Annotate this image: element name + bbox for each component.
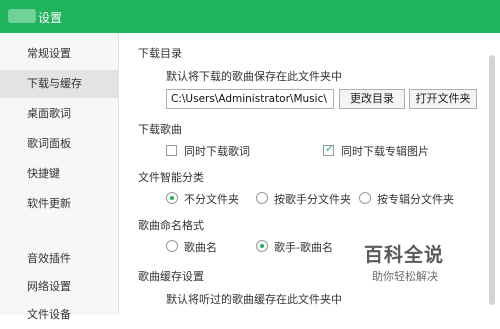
sidebar-item-hotkeys[interactable]: 快捷键 <box>0 160 118 188</box>
download-cover-label: 同时下载专辑图片 <box>341 145 429 158</box>
change-dir-button[interactable]: 更改目录 <box>339 89 405 109</box>
download-dir-desc: 默认将下载的歌曲保存在此文件夹中 <box>166 70 342 83</box>
sidebar-item-lyrics-panel[interactable]: 歌词面板 <box>0 130 118 158</box>
download-lyrics-label: 同时下载歌词 <box>184 145 250 158</box>
sidebar-item-download-cache[interactable]: 下载与缓存 <box>0 70 118 98</box>
watermark-main-text: 百科全说 <box>364 244 445 266</box>
artist-song-label: 歌手-歌曲名 <box>274 241 333 254</box>
naming-title: 歌曲命名格式 <box>138 219 204 232</box>
smart-classify-title: 文件智能分类 <box>138 171 204 184</box>
sidebar-item-general[interactable]: 常规设置 <box>0 40 118 68</box>
download-path-input[interactable]: C:\Users\Administrator\Music\ <box>166 89 334 109</box>
by-artist-label: 按歌手分文件夹 <box>274 193 351 206</box>
by-album-radio[interactable] <box>359 192 371 204</box>
no-folder-label: 不分文件夹 <box>184 193 239 206</box>
window-title: 设置 <box>38 11 63 25</box>
download-lyrics-checkbox[interactable] <box>166 145 177 156</box>
sidebar-item-file-device[interactable]: 文件设备 <box>0 301 118 329</box>
download-song-title: 下载歌曲 <box>138 123 182 136</box>
cache-title: 歌曲缓存设置 <box>138 270 204 283</box>
sidebar-item-desktop-lyrics[interactable]: 桌面歌词 <box>0 100 118 128</box>
title-bar: 设置 <box>0 0 500 33</box>
radio-selected-dot <box>260 244 264 248</box>
open-folder-button[interactable]: 打开文件夹 <box>409 89 477 109</box>
watermark: 百科全说 助你轻松解决 <box>346 234 476 286</box>
song-name-label: 歌曲名 <box>184 241 217 254</box>
by-album-label: 按专辑分文件夹 <box>377 193 454 206</box>
artist-song-radio[interactable] <box>256 240 268 252</box>
download-cover-checkbox[interactable]: ✓ <box>323 142 335 156</box>
radio-selected-dot <box>170 196 174 200</box>
no-folder-radio[interactable] <box>166 192 178 204</box>
app-logo <box>8 9 36 23</box>
cache-desc: 默认将听过的歌曲缓存在此文件夹中 <box>166 293 342 306</box>
sidebar-item-network[interactable]: 网络设置 <box>0 273 118 301</box>
sidebar-item-software-update[interactable]: 软件更新 <box>0 190 118 218</box>
song-name-radio[interactable] <box>166 240 178 252</box>
watermark-sub-text: 助你轻松解决 <box>372 270 438 283</box>
content-scrollbar[interactable] <box>489 55 495 305</box>
sidebar-item-sound-plugins[interactable]: 音效插件 <box>0 245 118 273</box>
settings-sidebar: 常规设置 下载与缓存 桌面歌词 歌词面板 快捷键 软件更新 音效插件 网络设置 … <box>0 33 119 321</box>
download-dir-title: 下载目录 <box>138 47 182 60</box>
check-icon: ✓ <box>325 142 335 155</box>
by-artist-radio[interactable] <box>256 192 268 204</box>
